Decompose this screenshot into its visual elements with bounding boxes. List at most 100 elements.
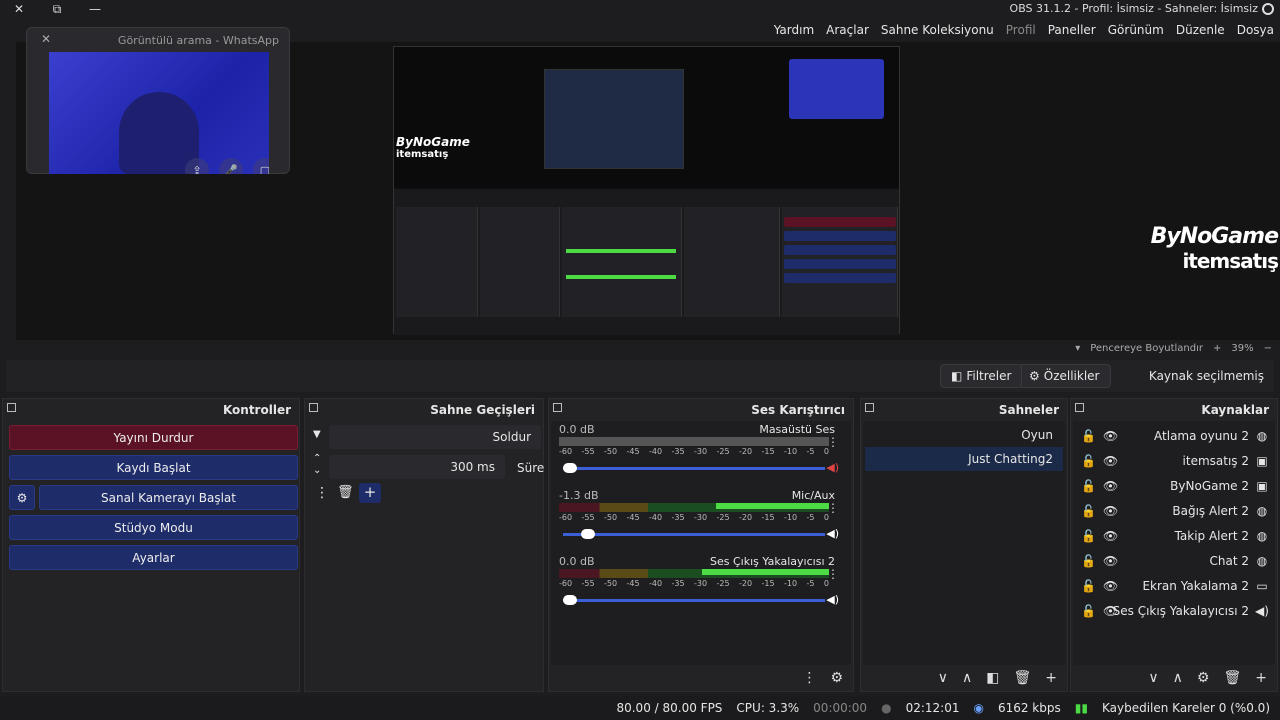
move-down-icon[interactable]: ∨ <box>1148 670 1158 686</box>
menu-edit[interactable]: Düzenle <box>1176 23 1225 37</box>
visibility-eye-icon[interactable]: 👁 <box>1103 479 1118 493</box>
virtual-camera-button[interactable]: Sanal Kamerayı Başlat <box>39 485 298 510</box>
remove-source-icon[interactable]: 🗑 <box>1223 670 1241 686</box>
mixer-settings-icon[interactable]: ⚙ <box>830 670 843 686</box>
scene-item[interactable]: Oyun <box>865 423 1063 447</box>
transition-select[interactable]: Soldur <box>329 425 541 449</box>
channel-menu-icon[interactable]: ⋮ <box>827 435 839 449</box>
visibility-eye-icon[interactable]: 👁 <box>1103 604 1118 618</box>
visibility-eye-icon[interactable]: 👁 <box>1103 579 1118 593</box>
move-down-icon[interactable]: ∨ <box>938 670 948 686</box>
zoom-bar: − 39% + Pencereye Boyutlandır ▾ <box>0 340 1280 356</box>
channel-menu-icon[interactable]: ⋮ <box>827 567 839 581</box>
add-source-icon[interactable]: + <box>1255 670 1267 686</box>
remove-transition-icon[interactable]: 🗑 <box>337 485 354 500</box>
wa-title: Görüntülü arama - WhatsApp <box>117 34 279 47</box>
studio-mode-button[interactable]: Stüdyo Modu <box>9 515 298 540</box>
visibility-eye-icon[interactable]: 👁 <box>1103 554 1118 568</box>
level-meter-peak <box>559 509 829 512</box>
filters-button[interactable]: ◧ Filtreler <box>940 364 1023 388</box>
whatsapp-call-window[interactable]: ✕ Görüntülü arama - WhatsApp ⇪ 🎤 ▢ <box>26 27 290 174</box>
speaker-icon[interactable]: ◀) <box>826 527 839 540</box>
duration-value: 300 ms <box>450 460 495 474</box>
controls-dock: Kontroller Yayını Durdur Kaydı Başlat Sa… <box>2 398 300 692</box>
meter-tick: -30 <box>694 513 708 522</box>
visibility-eye-icon[interactable]: 👁 <box>1103 529 1118 543</box>
visibility-eye-icon[interactable]: 👁 <box>1103 454 1118 468</box>
remove-scene-icon[interactable]: 🗑 <box>1013 670 1031 686</box>
move-up-icon[interactable]: ∧ <box>962 670 972 686</box>
source-item[interactable]: ▭ Ekran Yakalama 2 👁 🔓 <box>1073 573 1275 598</box>
add-transition-button[interactable]: + <box>359 483 381 503</box>
visibility-eye-icon[interactable]: 👁 <box>1103 504 1118 518</box>
no-source-label: Kaynak seçilmemiş <box>1148 369 1264 383</box>
menu-scene-collection[interactable]: Sahne Koleksiyonu <box>881 23 994 37</box>
settings-button[interactable]: Ayarlar <box>9 545 298 570</box>
lock-icon[interactable]: 🔓 <box>1081 504 1096 518</box>
lock-icon[interactable]: 🔓 <box>1081 479 1096 493</box>
menu-tools[interactable]: Araçlar <box>826 23 869 37</box>
menu-docks[interactable]: Paneller <box>1048 23 1096 37</box>
source-settings-icon[interactable]: ⚙ <box>1197 670 1210 686</box>
lock-icon[interactable]: 🔓 <box>1081 529 1096 543</box>
source-item[interactable]: ◍ Atlama oyunu 2 👁 🔓 <box>1073 423 1275 448</box>
lock-icon[interactable]: 🔓 <box>1081 604 1096 618</box>
lock-icon[interactable]: 🔓 <box>1081 579 1096 593</box>
microphone-icon[interactable]: 🎤 <box>219 158 243 174</box>
meter-tick: -45 <box>626 447 640 456</box>
add-scene-icon[interactable]: + <box>1045 670 1057 686</box>
spin-arrows-icon[interactable]: ⌃ ⌄ <box>313 453 321 477</box>
zoom-dropdown-icon[interactable]: ▾ <box>1075 343 1080 354</box>
source-item[interactable]: ◍ Bağış Alert 2 👁 🔓 <box>1073 498 1275 523</box>
muted-speaker-icon[interactable]: ◀) <box>826 461 839 474</box>
source-item[interactable]: ▣ itemsatış 2 👁 🔓 <box>1073 448 1275 473</box>
menu-file[interactable]: Dosya <box>1237 23 1274 37</box>
virtual-camera-settings-icon[interactable]: ⚙ <box>9 485 35 510</box>
source-item[interactable]: ◍ Takip Alert 2 👁 🔓 <box>1073 523 1275 548</box>
obs-logo-icon <box>1262 3 1274 15</box>
wa-video-feed: ⇪ 🎤 ▢ <box>49 52 269 174</box>
menu-view[interactable]: Görünüm <box>1108 23 1164 37</box>
meter-tick: -35 <box>671 513 685 522</box>
nested-obs-screenshot: ByNoGame itemsatış <box>393 46 900 335</box>
chevron-down-icon[interactable]: ▼ <box>313 429 321 440</box>
minimize-button[interactable]: — <box>76 0 114 18</box>
volume-knob[interactable] <box>563 595 577 605</box>
fit-window-label[interactable]: Pencereye Boyutlandır <box>1090 343 1203 354</box>
properties-button[interactable]: ⚙ Özellikler <box>1018 364 1111 388</box>
scene-item-selected[interactable]: Just Chatting2 <box>865 447 1063 471</box>
volume-knob[interactable] <box>563 463 577 473</box>
stop-stream-button[interactable]: Yayını Durdur <box>9 425 298 450</box>
transition-menu-icon[interactable]: ⋮ <box>315 485 329 501</box>
lock-icon[interactable]: 🔓 <box>1081 454 1096 468</box>
visibility-eye-icon[interactable]: 👁 <box>1103 429 1118 443</box>
zoom-out-button[interactable]: − <box>1264 343 1272 354</box>
sources-list[interactable]: ◍ Atlama oyunu 2 👁 🔓 ▣ itemsatış 2 👁 🔓 ▣ ByNoGame… <box>1073 421 1275 665</box>
move-up-icon[interactable]: ∧ <box>1173 670 1183 686</box>
source-item[interactable]: ◀) Ses Çıkış Yakalayıcısı 2 👁 🔓 <box>1073 598 1275 623</box>
menu-help[interactable]: Yardım <box>774 23 814 37</box>
start-record-button[interactable]: Kaydı Başlat <box>9 455 298 480</box>
share-screen-icon[interactable]: ⇪ <box>185 158 209 174</box>
scene-filter-icon[interactable]: ◧ <box>986 670 999 686</box>
maximize-button[interactable]: ⧉ <box>38 0 76 18</box>
volume-slider[interactable] <box>563 529 825 539</box>
source-name: Takip Alert 2 <box>1174 528 1249 543</box>
source-item[interactable]: ▣ ByNoGame 2 👁 🔓 <box>1073 473 1275 498</box>
source-item[interactable]: ◍ Chat 2 👁 🔓 <box>1073 548 1275 573</box>
speaker-icon[interactable]: ◀) <box>826 593 839 606</box>
channel-menu-icon[interactable]: ⋮ <box>827 501 839 515</box>
scenes-list[interactable]: Oyun Just Chatting2 <box>863 421 1065 665</box>
mixer-menu-icon[interactable]: ⋮ <box>802 670 816 686</box>
volume-slider[interactable] <box>563 595 825 605</box>
close-button[interactable]: ✕ <box>0 0 38 18</box>
volume-slider[interactable] <box>563 463 825 473</box>
wa-close-icon[interactable]: ✕ <box>41 32 51 46</box>
menu-profile[interactable]: Profil <box>1006 23 1036 37</box>
lock-icon[interactable]: 🔓 <box>1081 554 1096 568</box>
zoom-in-button[interactable]: + <box>1213 343 1221 354</box>
duration-spinbox[interactable]: 300 ms <box>329 455 505 479</box>
camera-toggle-icon[interactable]: ▢ <box>253 158 269 174</box>
volume-knob[interactable] <box>581 529 596 539</box>
lock-icon[interactable]: 🔓 <box>1081 429 1096 443</box>
